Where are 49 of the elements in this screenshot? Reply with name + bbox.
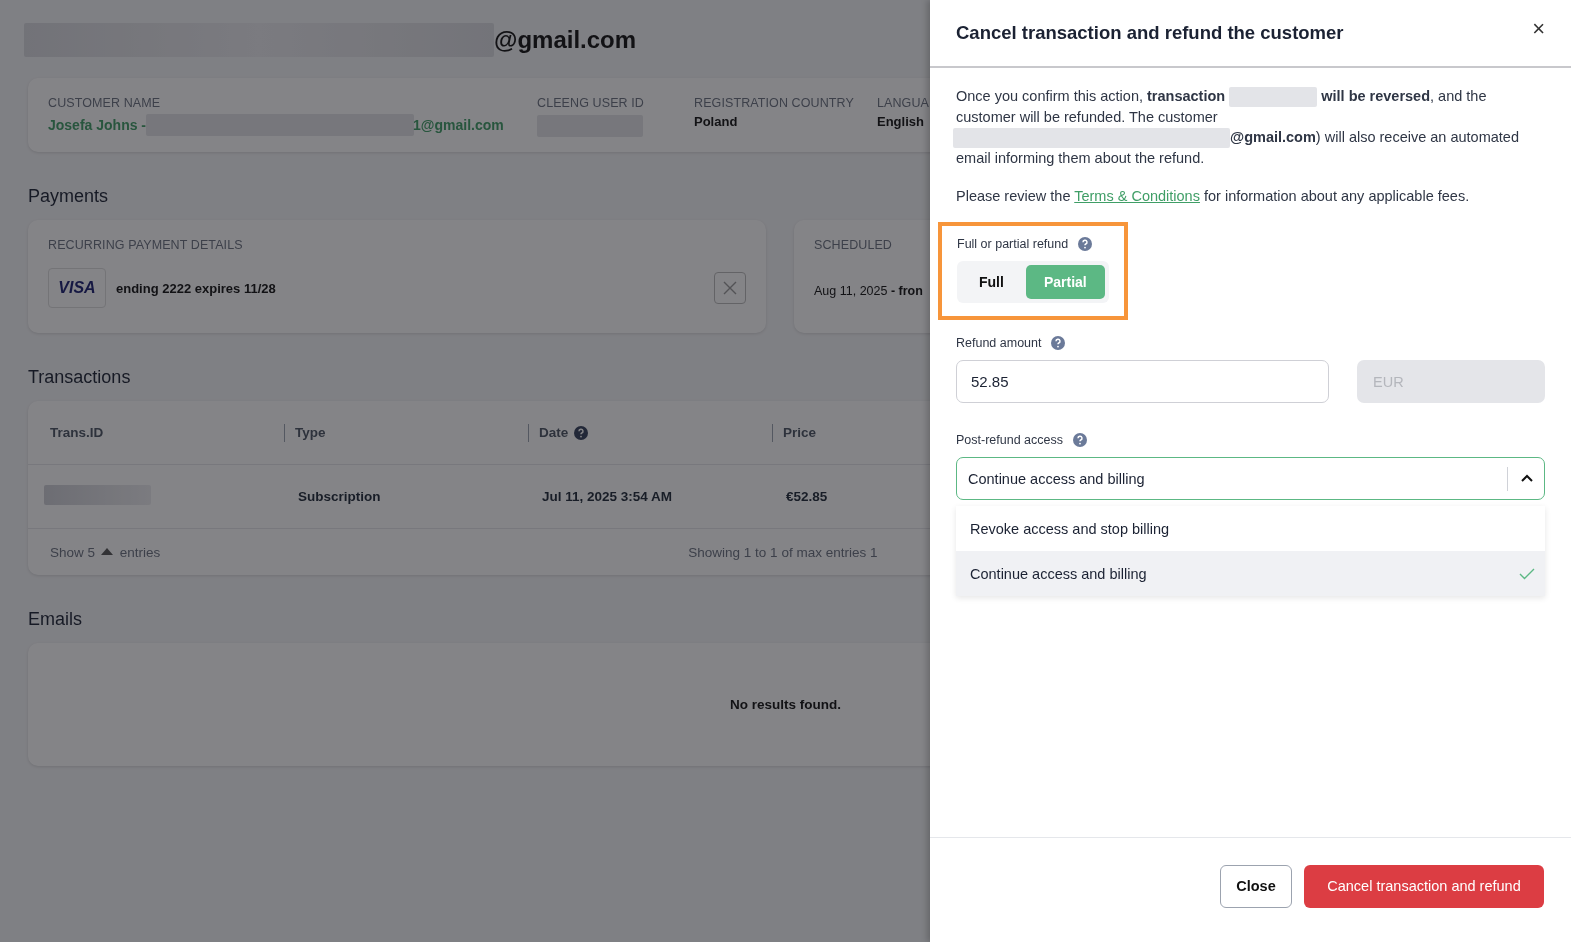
help-icon — [1051, 336, 1066, 351]
pagination-summary: Showing 1 to 1 of max entries 1 — [688, 544, 878, 560]
field-label: CUSTOMER NAME — [48, 96, 162, 110]
field-label: Refund amount — [956, 336, 1042, 351]
field-value: Poland — [694, 114, 739, 129]
help-icon — [574, 425, 589, 440]
customer-email-title: @gmail.com — [494, 26, 637, 54]
dropdown-option[interactable]: Revoke access and stop billing — [956, 506, 1545, 552]
close-icon — [723, 281, 737, 295]
section-heading: Payments — [28, 186, 109, 207]
field-label: CLEENG USER ID — [537, 96, 645, 110]
table-cell-text: Subscription — [297, 489, 382, 504]
confirm-refund-button[interactable]: Cancel transaction and refund — [1304, 864, 1544, 908]
intro-paragraph: Once you confirm this action, transaction will be reversed, and the customer will be refunded. The customer @gmail.com) will also receive an automated email informing them about the refund. — [956, 86, 1536, 169]
customer-email: 1@gmail.com — [413, 117, 504, 133]
field-value: English — [877, 114, 925, 129]
column-header: Trans.ID — [50, 425, 104, 440]
field-label: Full or partial refund — [957, 237, 1069, 252]
check-icon — [1519, 567, 1535, 580]
drawer-title: Cancel transaction and refund the customer — [956, 22, 1344, 44]
dropdown-option[interactable]: Continue access and billing — [956, 551, 1545, 597]
empty-message: No results found. — [730, 697, 841, 712]
refund-amount-field[interactable]: 52.85 — [956, 360, 1329, 404]
table-cell-text: Jul 11, 2025 3:54 AM — [541, 489, 674, 504]
remove-button[interactable] — [714, 272, 746, 304]
chevron-icon — [1520, 474, 1534, 484]
field-label: LANGUA — [877, 96, 929, 110]
section-heading: Emails — [28, 609, 82, 630]
scheduled-date: Aug 11, 2025 - fron — [814, 284, 923, 298]
card-brand-logo: VISA — [48, 268, 106, 308]
card-label: RECURRING PAYMENT DETAILS — [48, 238, 244, 252]
table-cell-text: €52.85 — [785, 489, 829, 504]
column-header: Date — [539, 425, 569, 440]
card-label: SCHEDULED — [814, 238, 892, 252]
entries-label: entries — [119, 544, 161, 560]
column-header: Type — [295, 425, 326, 440]
help-icon — [1073, 433, 1087, 448]
section-heading: Transactions — [28, 367, 131, 388]
close-button[interactable]: × — [1528, 16, 1549, 42]
column-header: Price — [783, 425, 817, 440]
field-label: REGISTRATION COUNTRY — [694, 96, 855, 110]
access-select[interactable]: Continue access and billing — [956, 457, 1545, 501]
refund-type-option[interactable]: Full — [961, 265, 1022, 300]
help-icon — [1078, 237, 1093, 252]
customer-name: Josefa Johns - — [48, 117, 147, 133]
terms-paragraph: Please review the Terms & Conditions for information about any applicable fees. — [956, 187, 1471, 207]
field-label: Post-refund access — [956, 433, 1063, 448]
close-button[interactable]: Close — [1220, 864, 1292, 908]
card-details: ending 2222 expires 11/28 — [116, 280, 276, 296]
